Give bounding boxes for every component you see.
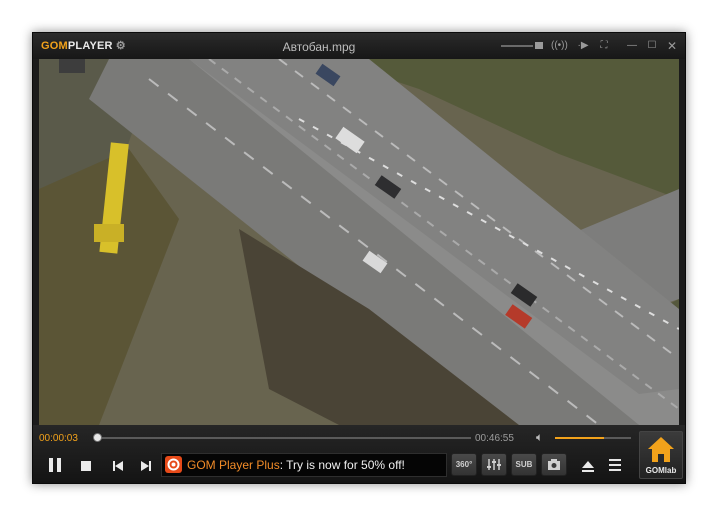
ad-message: : Try is now for 50% off!: [279, 458, 405, 472]
audio-broadcast-icon[interactable]: ((•)): [551, 38, 568, 54]
vr-360-button[interactable]: 360°: [451, 453, 477, 476]
eject-icon: [582, 461, 594, 472]
gom-player-logo[interactable]: GOMPLAYER ⚙: [41, 39, 126, 52]
gom-plus-badge-icon: [165, 456, 182, 473]
menu-button[interactable]: [609, 459, 621, 471]
subtitle-button[interactable]: SUB: [511, 453, 537, 476]
logo-gom-text: GOM: [41, 40, 68, 52]
close-icon[interactable]: ✕: [665, 38, 679, 54]
gomlab-label: GOMlab: [645, 466, 677, 475]
control-bar: 00:00:03 00:46:55 🔈︎ GOM Player Plus: Tr…: [33, 425, 685, 483]
previous-icon: [113, 461, 123, 471]
current-time: 00:00:03: [39, 433, 78, 444]
menu-icon: [609, 459, 621, 461]
pause-icon-bar: [57, 458, 61, 472]
screenshot-button[interactable]: [541, 453, 567, 476]
pause-icon: [49, 458, 53, 472]
video-frame-image: [39, 59, 679, 425]
seek-bar[interactable]: [93, 433, 471, 442]
settings-gear-icon[interactable]: ⚙: [116, 40, 126, 52]
equalizer-button[interactable]: [481, 453, 507, 476]
fullscreen-icon[interactable]: ⛶: [597, 38, 611, 54]
video-frame[interactable]: [39, 59, 679, 425]
playback-speed-icon[interactable]: ·▶: [575, 38, 591, 54]
equalizer-icon: [487, 459, 501, 470]
window-title: Автобан.mpg: [282, 40, 356, 54]
eject-button[interactable]: [581, 459, 595, 473]
opacity-slider-knob[interactable]: [535, 42, 543, 49]
ad-brand: GOM Player Plus: [187, 458, 280, 472]
pause-button[interactable]: [47, 458, 63, 474]
camera-icon: [548, 459, 560, 470]
opacity-slider[interactable]: [501, 45, 533, 47]
gomlab-button[interactable]: GOMlab: [639, 431, 683, 479]
previous-button[interactable]: [111, 459, 125, 473]
next-icon: [141, 461, 151, 471]
next-button[interactable]: [139, 459, 153, 473]
ad-banner[interactable]: GOM Player Plus: Try is now for 50% off!: [161, 453, 447, 477]
player-window: GOMPLAYER⚙ Автобан.mpg ((•)) ·▶ ⛶ — ☐ ✕: [32, 32, 686, 484]
ad-text: GOM Player Plus: Try is now for 50% off!: [187, 458, 405, 472]
volume-slider-fill: [555, 437, 604, 439]
volume-slider[interactable]: [555, 437, 631, 439]
total-time: 00:46:55: [475, 433, 514, 444]
volume-speaker-icon[interactable]: 🔈︎: [536, 430, 550, 444]
minimize-icon[interactable]: —: [625, 38, 639, 54]
seek-bar-knob[interactable]: [93, 433, 102, 442]
home-icon: [648, 437, 674, 462]
stop-button[interactable]: [81, 461, 91, 471]
maximize-icon[interactable]: ☐: [645, 38, 659, 54]
logo-player-text: PLAYER: [67, 40, 113, 52]
title-bar[interactable]: GOMPLAYER ⚙ Автобан.mpg ((•)) ·▶ ⛶ — ☐ ✕: [33, 33, 685, 59]
